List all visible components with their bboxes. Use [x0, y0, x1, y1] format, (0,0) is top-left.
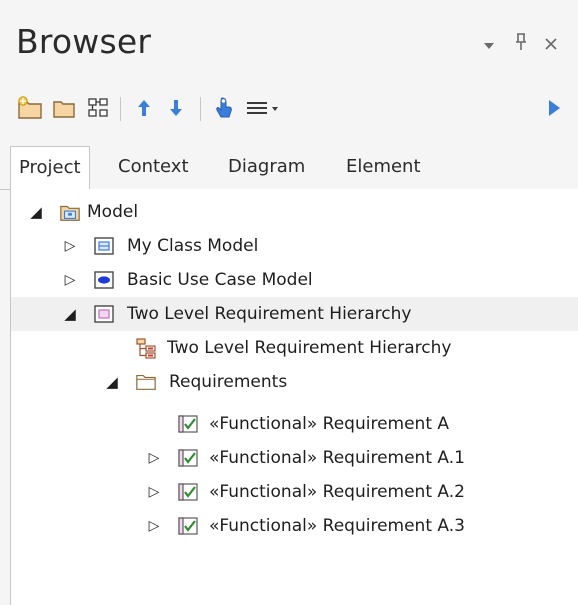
browser-panel: Browser Project Context Diagram Element …	[0, 0, 578, 605]
browser-tabs: Project Context Diagram Element	[0, 140, 578, 190]
locate-button[interactable]	[210, 94, 238, 122]
arrow-down-icon	[170, 100, 182, 116]
browser-toolbar	[0, 88, 578, 128]
panel-title: Browser	[16, 22, 152, 61]
requirement-check-icon	[177, 482, 199, 502]
new-folder-button[interactable]	[50, 94, 78, 122]
requirement-package-icon	[93, 304, 115, 324]
menu-button[interactable]	[244, 94, 284, 122]
tree-item-my-class-model[interactable]: ▷ My Class Model	[11, 229, 578, 263]
menu-icon	[247, 102, 278, 114]
tree-item-label: Requirements	[169, 372, 288, 392]
tree-item-label: My Class Model	[127, 236, 259, 256]
use-case-package-icon	[93, 270, 115, 290]
project-tree: ◢ Model ▷ My Class Model ▷ Basic Use Cas…	[10, 189, 578, 605]
toolbar-separator	[200, 97, 201, 121]
diagram-icon	[88, 98, 108, 117]
close-icon[interactable]	[544, 34, 558, 58]
locate-icon	[216, 97, 232, 118]
tree-item-hierarchy-diagram[interactable]: Two Level Requirement Hierarchy	[11, 331, 578, 365]
pin-icon[interactable]	[514, 32, 528, 59]
requirement-check-icon	[177, 448, 199, 468]
tree-item-model[interactable]: ◢ Model	[11, 195, 578, 229]
toolbar-separator	[120, 97, 121, 121]
tree-item-label: Two Level Requirement Hierarchy	[127, 304, 412, 324]
model-root-icon	[59, 202, 81, 222]
collapsed-triangle-icon[interactable]: ▷	[61, 229, 79, 263]
tree-item-basic-use-case-model[interactable]: ▷ Basic Use Case Model	[11, 263, 578, 297]
new-package-button[interactable]	[16, 94, 44, 122]
tree-item-label: Model	[87, 202, 139, 222]
tree-item-label: «Functional» Requirement A.1	[209, 448, 465, 468]
play-icon	[549, 100, 560, 116]
folder-icon	[53, 101, 75, 118]
tree-item-requirements[interactable]: ◢ Requirements	[11, 365, 578, 399]
requirement-check-icon	[177, 414, 199, 434]
move-up-button[interactable]	[130, 94, 158, 122]
collapsed-triangle-icon[interactable]: ▷	[61, 263, 79, 297]
hierarchy-diagram-icon	[135, 338, 157, 359]
requirement-check-icon	[177, 516, 199, 536]
tree-item-requirement-a3[interactable]: ▷ «Functional» Requirement A.3	[11, 509, 578, 543]
expanded-triangle-icon[interactable]: ◢	[61, 297, 79, 331]
tree-item-label: «Functional» Requirement A.2	[209, 482, 465, 502]
collapsed-triangle-icon[interactable]: ▷	[145, 509, 163, 543]
arrow-up-icon	[138, 100, 150, 116]
tab-context[interactable]: Context	[110, 146, 197, 190]
new-package-icon	[18, 96, 42, 119]
tree-item-requirement-a[interactable]: «Functional» Requirement A	[11, 407, 578, 441]
move-down-button[interactable]	[162, 94, 190, 122]
chevron-down-icon[interactable]	[482, 36, 496, 60]
tab-diagram[interactable]: Diagram	[220, 146, 313, 190]
tree-item-requirement-a2[interactable]: ▷ «Functional» Requirement A.2	[11, 475, 578, 509]
tree-item-label: «Functional» Requirement A.3	[209, 516, 465, 536]
expanded-triangle-icon[interactable]: ◢	[103, 365, 121, 399]
tree-item-requirement-a1[interactable]: ▷ «Functional» Requirement A.1	[11, 441, 578, 475]
collapsed-triangle-icon[interactable]: ▷	[145, 441, 163, 475]
tab-project[interactable]: Project	[10, 146, 90, 190]
class-package-icon	[93, 236, 115, 256]
expand-toolbar-button[interactable]	[540, 94, 568, 122]
new-diagram-button[interactable]	[84, 94, 112, 122]
tree-item-label: «Functional» Requirement A	[209, 414, 450, 434]
collapsed-triangle-icon[interactable]: ▷	[145, 475, 163, 509]
tree-item-label: Two Level Requirement Hierarchy	[167, 338, 452, 358]
folder-icon	[135, 372, 157, 392]
tree-item-two-level-requirement-hierarchy[interactable]: ◢ Two Level Requirement Hierarchy	[11, 297, 578, 331]
tree-item-label: Basic Use Case Model	[127, 270, 313, 290]
expanded-triangle-icon[interactable]: ◢	[27, 195, 45, 229]
tab-element[interactable]: Element	[338, 146, 429, 190]
title-bar: Browser	[0, 0, 578, 88]
